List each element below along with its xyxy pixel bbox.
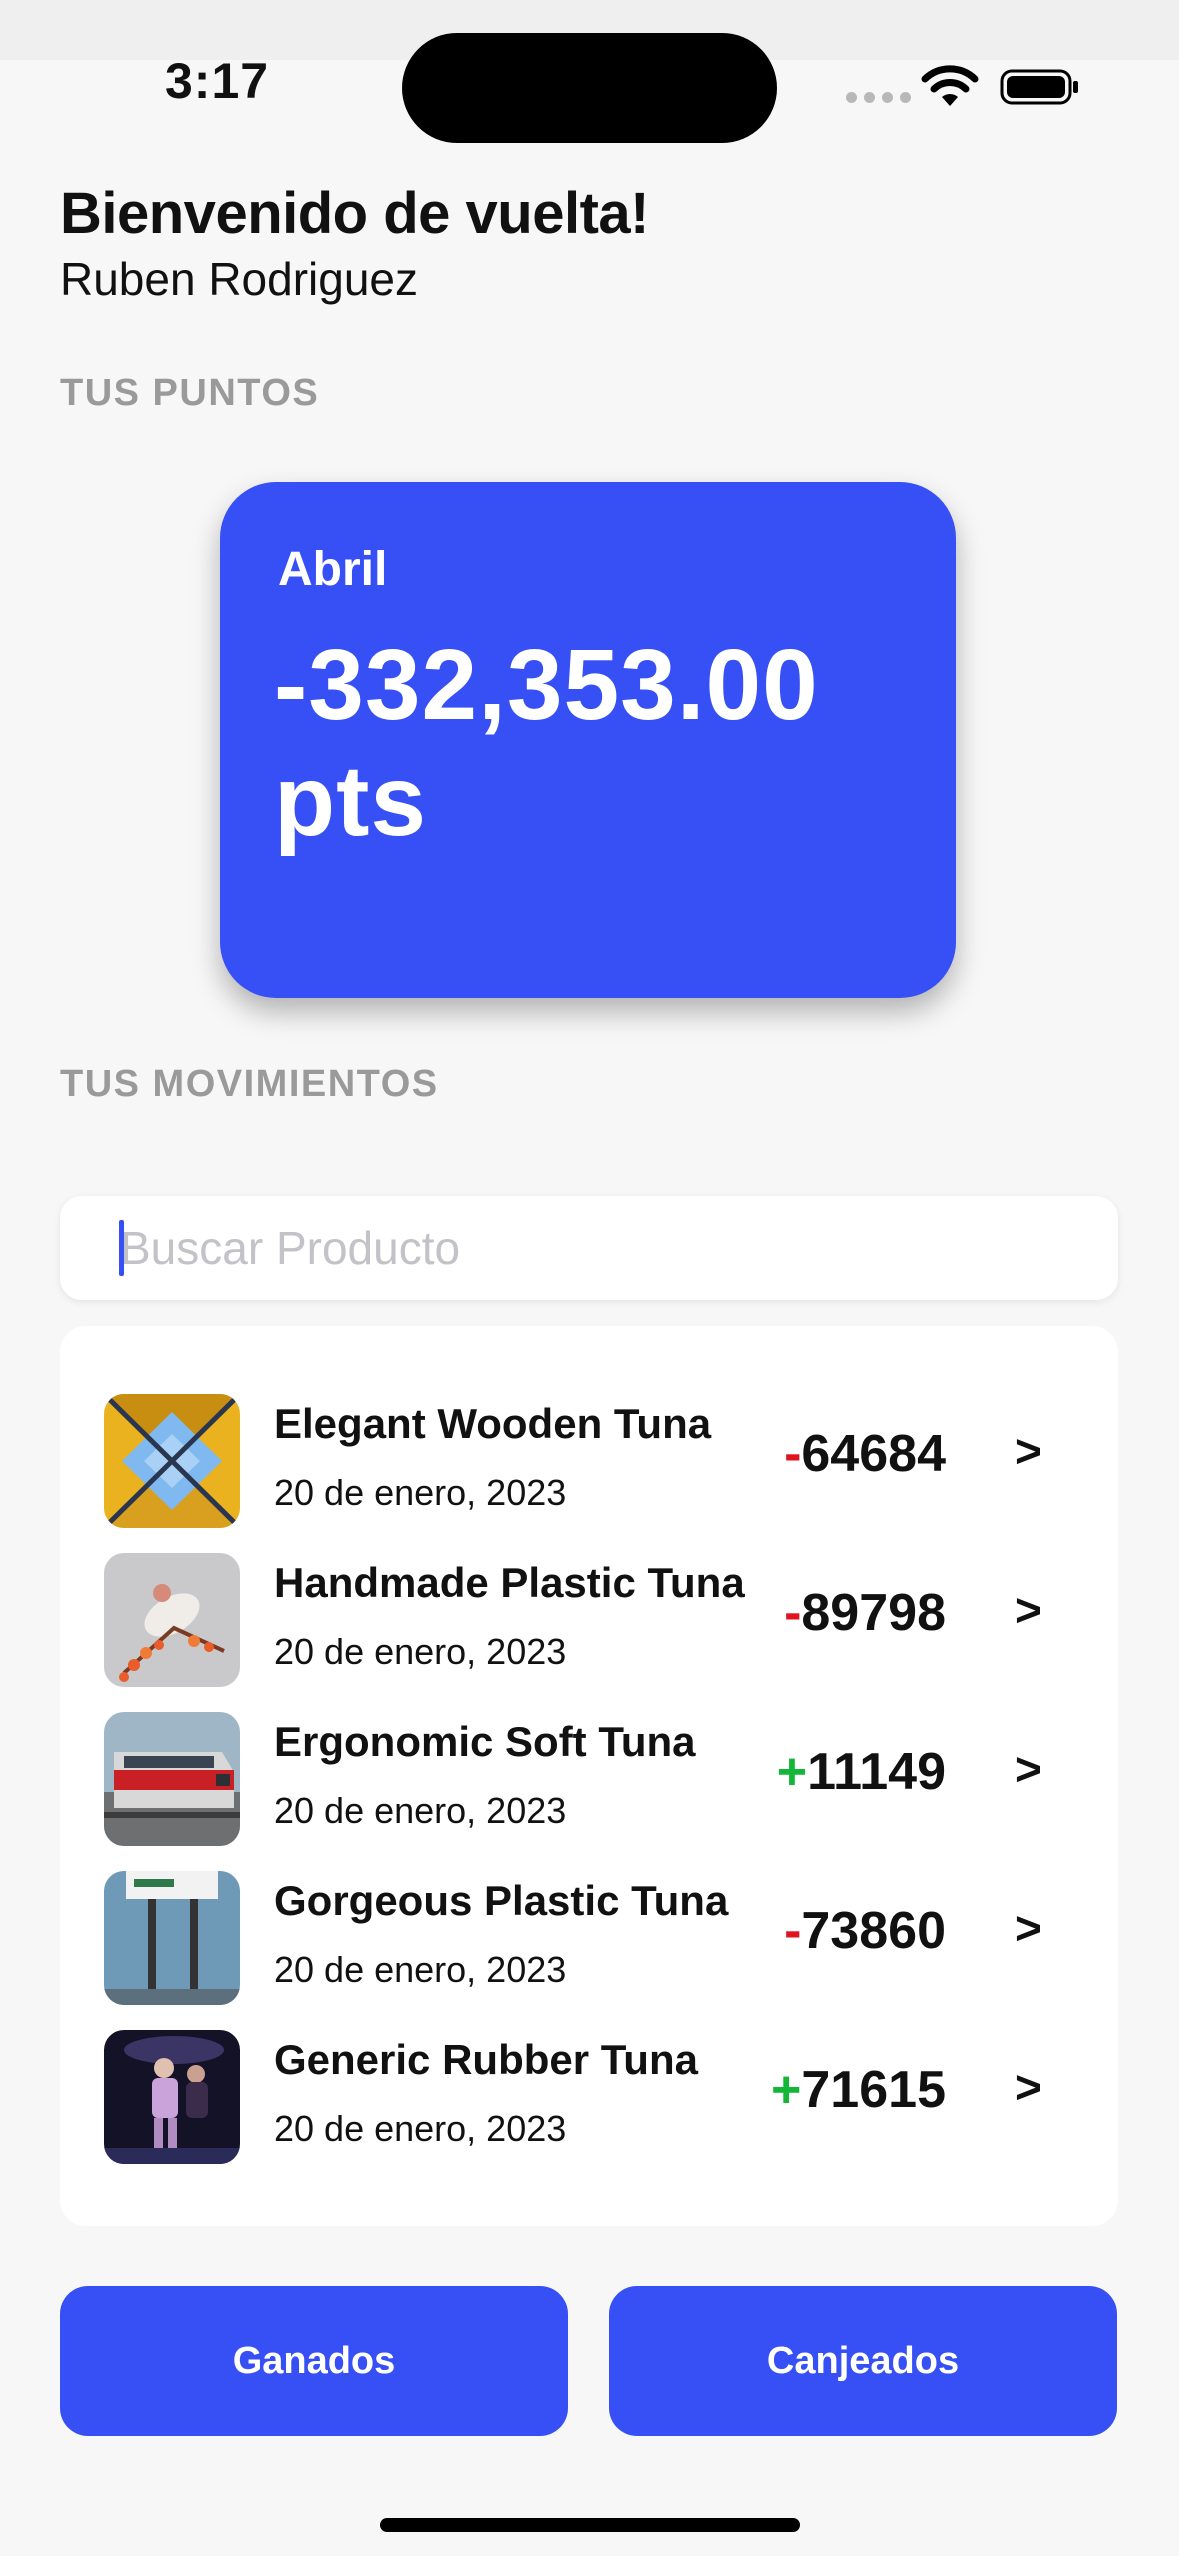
movements-list: Elegant Wooden Tuna 20 de enero, 2023 -6… — [60, 1326, 1118, 2226]
movement-points: -89798 — [784, 1583, 946, 1643]
movement-name: Handmade Plastic Tuna — [274, 1559, 745, 1606]
movement-points: +71615 — [771, 2060, 946, 2120]
home-indicator[interactable] — [380, 2518, 800, 2532]
movement-date: 20 de enero, 2023 — [274, 1949, 567, 1990]
chevron-right-icon[interactable]: > — [1015, 1742, 1042, 1796]
movement-amount: 11149 — [807, 1743, 946, 1801]
movement-sign: + — [771, 2061, 802, 2119]
points-card: Abril -332,353.00 pts — [220, 482, 956, 998]
status-time: 3:17 — [165, 53, 270, 109]
wifi-icon — [921, 65, 979, 106]
movement-points: +11149 — [777, 1742, 946, 1802]
movement-name: Gorgeous Plastic Tuna — [274, 1877, 729, 1924]
movement-amount: 71615 — [801, 2061, 946, 2119]
bird-branch-thumbnail — [104, 1553, 240, 1687]
points-card-amount: -332,353.00 pts — [274, 629, 819, 857]
building-sky-thumbnail — [104, 1394, 240, 1528]
movement-points: -73860 — [784, 1901, 946, 1961]
redeemed-button[interactable]: Canjeados — [609, 2286, 1117, 2436]
dancers-thumbnail — [104, 2030, 240, 2164]
movement-date: 20 de enero, 2023 — [274, 1790, 567, 1831]
movement-amount: 64684 — [801, 1425, 946, 1483]
search-input[interactable] — [60, 1196, 1118, 1300]
movement-sign: - — [784, 1902, 802, 1960]
movement-row[interactable]: Handmade Plastic Tuna 20 de enero, 2023 … — [60, 1553, 1118, 1687]
user-name: Ruben Rodriguez — [60, 253, 419, 305]
chevron-right-icon[interactable]: > — [1015, 1583, 1042, 1637]
chevron-right-icon[interactable]: > — [1015, 1424, 1042, 1478]
movement-sign: - — [784, 1425, 802, 1483]
movement-date: 20 de enero, 2023 — [274, 1631, 567, 1672]
train-thumbnail — [104, 1712, 240, 1846]
movement-date: 20 de enero, 2023 — [274, 2108, 567, 2149]
points-section-label: TUS PUNTOS — [60, 372, 320, 414]
welcome-title: Bienvenido de vuelta! — [60, 181, 649, 246]
movement-points: -64684 — [784, 1424, 946, 1484]
movement-date: 20 de enero, 2023 — [274, 1472, 567, 1513]
chevron-right-icon[interactable]: > — [1015, 1901, 1042, 1955]
cellular-signal-icon — [846, 92, 911, 103]
battery-icon — [1000, 69, 1078, 105]
status-bar: 3:17 — [0, 0, 1179, 150]
movement-sign: - — [784, 1584, 802, 1642]
movement-row[interactable]: Gorgeous Plastic Tuna 20 de enero, 2023 … — [60, 1871, 1118, 2005]
movement-name: Ergonomic Soft Tuna — [274, 1718, 696, 1765]
movement-row[interactable]: Elegant Wooden Tuna 20 de enero, 2023 -6… — [60, 1394, 1118, 1528]
movements-section-label: TUS MOVIMIENTOS — [60, 1063, 439, 1105]
movement-row[interactable]: Generic Rubber Tuna 20 de enero, 2023 +7… — [60, 2030, 1118, 2164]
movement-amount: 73860 — [801, 1902, 946, 1960]
chevron-right-icon[interactable]: > — [1015, 2060, 1042, 2114]
movement-name: Generic Rubber Tuna — [274, 2036, 698, 2083]
movement-sign: + — [776, 1743, 808, 1801]
sign-post-thumbnail — [104, 1871, 240, 2005]
movement-name: Elegant Wooden Tuna — [274, 1400, 712, 1447]
earned-button[interactable]: Ganados — [60, 2286, 568, 2436]
points-card-month: Abril — [278, 543, 388, 596]
movement-row[interactable]: Ergonomic Soft Tuna 20 de enero, 2023 +1… — [60, 1712, 1118, 1846]
text-caret — [119, 1220, 124, 1276]
dynamic-island — [402, 33, 777, 143]
movement-amount: 89798 — [801, 1584, 946, 1642]
